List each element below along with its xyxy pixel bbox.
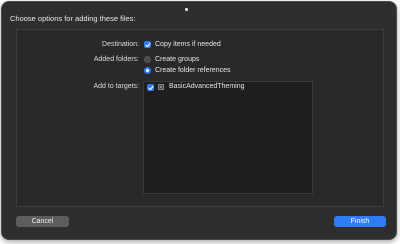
- target-checkbox[interactable]: [147, 84, 154, 91]
- copy-items-checkbox[interactable]: [144, 41, 151, 48]
- destination-label: Destination:: [102, 41, 139, 48]
- add-to-targets-label: Add to targets:: [93, 83, 139, 90]
- app-target-glyph: [159, 85, 163, 89]
- copy-items-label[interactable]: Copy items if needed: [155, 41, 221, 48]
- create-folder-references-label[interactable]: Create folder references: [155, 67, 230, 74]
- create-groups-radio[interactable]: [144, 56, 151, 63]
- finish-button[interactable]: Finish: [334, 216, 386, 227]
- checkmark-icon: [144, 42, 151, 47]
- targets-list[interactable]: [143, 81, 313, 194]
- cancel-button[interactable]: Cancel: [16, 216, 69, 227]
- create-folder-references-radio[interactable]: [144, 67, 151, 74]
- add-files-dialog: Choose options for adding these files: D…: [1, 1, 397, 240]
- title-notch: [185, 8, 188, 11]
- checkmark-icon: [147, 85, 154, 90]
- dialog-title: Choose options for adding these files:: [10, 14, 136, 23]
- create-groups-label[interactable]: Create groups: [155, 56, 199, 63]
- radio-selected-dot: [146, 69, 149, 72]
- target-name: BasicAdvancedTheming: [169, 83, 245, 90]
- app-target-icon: [158, 84, 164, 90]
- added-folders-label: Added folders:: [93, 56, 139, 63]
